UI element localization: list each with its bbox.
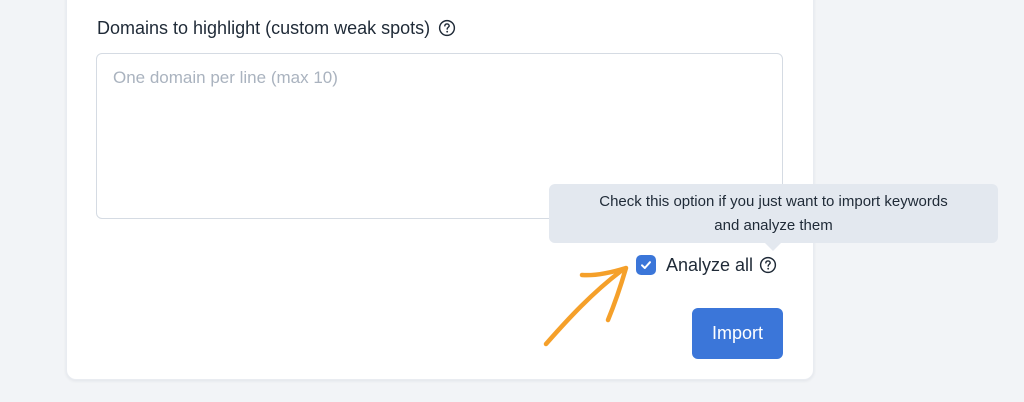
- analyze-all-tooltip: Check this option if you just want to im…: [549, 184, 998, 243]
- hand-drawn-arrow-icon: [543, 265, 629, 347]
- analyze-all-option: Analyze all: [636, 253, 777, 277]
- question-circle-icon[interactable]: [438, 19, 456, 37]
- domains-label-text: Domains to highlight (custom weak spots): [97, 17, 431, 38]
- tooltip-pointer: [765, 243, 781, 251]
- checkmark-icon: [641, 261, 651, 269]
- analyze-all-label[interactable]: Analyze all: [666, 255, 753, 276]
- tooltip-line-1: Check this option if you just want to im…: [599, 192, 948, 210]
- import-button[interactable]: Import: [692, 308, 783, 359]
- tooltip-line-2: and analyze them: [714, 216, 833, 234]
- question-circle-icon[interactable]: [759, 256, 777, 274]
- domains-field-label: Domains to highlight (custom weak spots): [97, 16, 456, 40]
